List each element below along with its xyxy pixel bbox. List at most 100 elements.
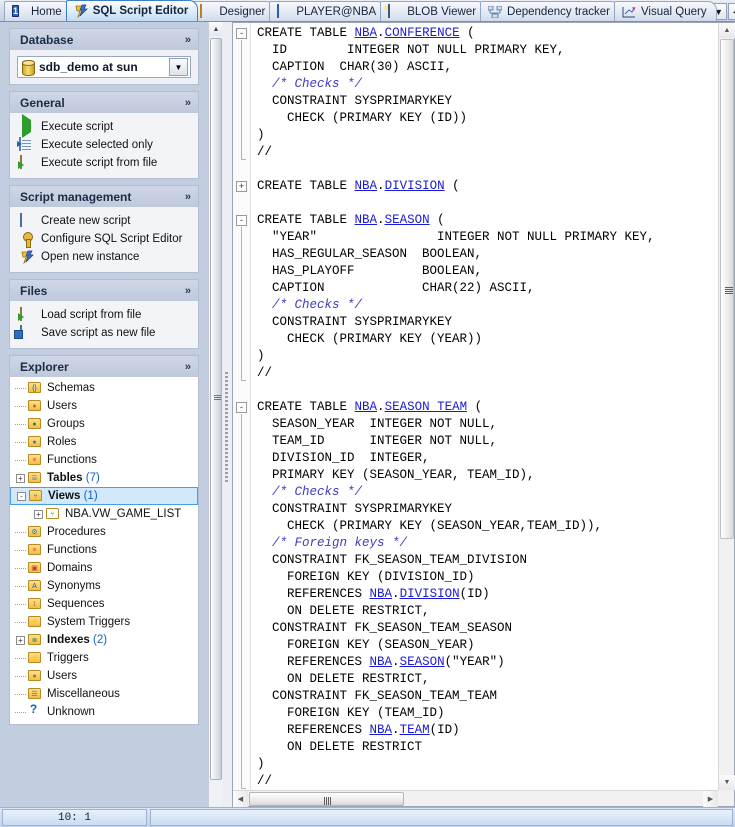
tree-connector xyxy=(14,675,27,677)
chevron-collapse-icon[interactable]: » xyxy=(185,285,191,297)
schema-object-link[interactable]: NBA xyxy=(370,723,393,737)
tree-node-count: (7) xyxy=(82,472,100,484)
tree-node-functions[interactable]: ✶ Functions xyxy=(10,451,198,469)
sequences-folder-icon: 1 xyxy=(27,597,43,611)
group-header-files[interactable]: Files » xyxy=(9,279,199,301)
action-save-script-as-new-file[interactable]: Save script as new file xyxy=(10,324,198,342)
chevron-collapse-icon[interactable]: » xyxy=(185,97,191,109)
code-line: /* Checks */ xyxy=(251,76,718,93)
schema-object-link[interactable]: NBA xyxy=(370,587,393,601)
tab-designer[interactable]: Designer xyxy=(192,1,276,21)
chevron-collapse-icon[interactable]: » xyxy=(185,361,191,373)
group-header-script-management[interactable]: Script management » xyxy=(9,185,199,207)
tab-sql-script-editor[interactable]: SQL Script Editor xyxy=(65,0,199,21)
tree-node-triggers[interactable]: ⚡ Triggers xyxy=(10,649,198,667)
tab-scroll-left-button[interactable]: ◄ xyxy=(727,3,735,20)
collapse-block-icon[interactable]: - xyxy=(236,28,247,39)
sidebar-scrollbar[interactable]: ▲ xyxy=(208,22,222,807)
code-line: CREATE TABLE NBA.CONFERENCE ( xyxy=(251,25,718,42)
schema-object-link[interactable]: DIVISION xyxy=(400,587,460,601)
database-select[interactable]: sdb_demo at sun ▼ xyxy=(17,56,191,78)
tab-player-nba[interactable]: PLAYER@NBA xyxy=(269,1,387,21)
action-execute-script-from-file[interactable]: Execute script from file xyxy=(10,154,198,172)
group-header-database[interactable]: Database » xyxy=(9,28,199,50)
tree-node-functions[interactable]: ✶ Functions xyxy=(10,541,198,559)
tree-node-roles[interactable]: ● Roles xyxy=(10,433,198,451)
action-execute-selected-only[interactable]: Execute selected only xyxy=(10,136,198,154)
tree-node-users[interactable]: ● Users xyxy=(10,667,198,685)
chevron-down-icon[interactable]: ▼ xyxy=(169,58,188,76)
horizontal-scrollbar-thumb[interactable] xyxy=(249,792,404,806)
action-open-new-instance[interactable]: Open new instance xyxy=(10,248,198,266)
sidebar-scrollbar-thumb[interactable] xyxy=(210,38,222,780)
panel-splitter[interactable] xyxy=(222,22,232,807)
chevron-collapse-icon[interactable]: » xyxy=(185,34,191,46)
collapse-node-icon[interactable]: - xyxy=(15,491,28,501)
scroll-up-arrow-icon[interactable]: ▲ xyxy=(209,22,222,36)
action-create-new-script[interactable]: Create new script xyxy=(10,212,198,230)
group-header-explorer[interactable]: Explorer » xyxy=(9,355,199,377)
code-text[interactable]: CREATE TABLE NBA.CONFERENCE ( ID INTEGER… xyxy=(251,23,718,790)
tree-node-system-triggers[interactable]: ⚡ System Triggers xyxy=(10,613,198,631)
tree-connector xyxy=(14,405,27,407)
action-execute-script[interactable]: Execute script xyxy=(10,113,198,138)
code-text-span: CREATE TABLE xyxy=(257,400,355,414)
chevron-collapse-icon[interactable]: » xyxy=(185,191,191,203)
collapse-block-icon[interactable]: - xyxy=(236,215,247,226)
code-text-span: PRIMARY KEY (SEASON_YEAR, TEAM_ID), xyxy=(257,468,535,482)
expand-node-icon[interactable]: + xyxy=(14,473,27,483)
code-text-span: TEAM_ID INTEGER NOT NULL, xyxy=(257,434,498,448)
schema-object-link[interactable]: NBA xyxy=(355,179,378,193)
tree-node-unknown[interactable]: ? Unknown xyxy=(10,703,198,721)
vertical-scrollbar-thumb[interactable] xyxy=(720,39,734,539)
editor-horizontal-scrollbar[interactable]: ◀ ▶ xyxy=(233,790,718,807)
tab-blob-viewer[interactable]: BLOB Viewer xyxy=(380,1,487,21)
tree-node-miscellaneous[interactable]: ☰ Miscellaneous xyxy=(10,685,198,703)
group-header-general[interactable]: General » xyxy=(9,91,199,113)
schema-object-link[interactable]: NBA xyxy=(355,400,378,414)
tree-node-sequences[interactable]: 1 Sequences xyxy=(10,595,198,613)
tree-node-procedures[interactable]: ⚙ Procedures xyxy=(10,523,198,541)
schema-object-link[interactable]: NBA xyxy=(370,655,393,669)
schema-object-link[interactable]: SEASON xyxy=(385,213,430,227)
tree-node-label: Synonyms xyxy=(47,580,101,592)
scroll-right-arrow-icon[interactable]: ▶ xyxy=(703,791,718,807)
tab-dependency-tracker[interactable]: Dependency tracker xyxy=(480,1,620,21)
action-configure-sql-script-editor[interactable]: Configure SQL Script Editor xyxy=(10,230,198,248)
schema-object-link[interactable]: TEAM xyxy=(400,723,430,737)
tree-node-nba-vw-game-list[interactable]: + ⑂ NBA.VW_GAME_LIST xyxy=(10,505,198,523)
action-load-script-from-file[interactable]: Load script from file xyxy=(10,306,198,324)
tree-node-views[interactable]: - ⑂ Views (1) xyxy=(10,487,198,505)
code-line: ON DELETE RESTRICT, xyxy=(251,603,718,620)
tree-node-groups[interactable]: ● Groups xyxy=(10,415,198,433)
scroll-down-arrow-icon[interactable]: ▼ xyxy=(719,775,735,790)
schema-object-link[interactable]: DIVISION xyxy=(385,179,445,193)
editor-vertical-scrollbar[interactable]: ▲ ▼ xyxy=(718,23,735,790)
schema-object-link[interactable]: SEASON_TEAM xyxy=(385,400,468,414)
tree-node-schemas[interactable]: {} Schemas xyxy=(10,379,198,397)
tree-node-tables[interactable]: + ⌸ Tables (7) xyxy=(10,469,198,487)
code-area[interactable]: - + - - CREATE TABLE NBA.CONFERENCE ( ID IN… xyxy=(233,23,718,790)
tree-node-domains[interactable]: ▣ Domains xyxy=(10,559,198,577)
collapse-block-icon[interactable]: - xyxy=(236,402,247,413)
tab-home[interactable]: 1 Home xyxy=(4,1,72,21)
expand-block-icon[interactable]: + xyxy=(236,181,247,192)
tab-label: PLAYER@NBA xyxy=(296,5,377,18)
scroll-left-arrow-icon[interactable]: ◀ xyxy=(233,791,248,807)
tree-node-indexes[interactable]: + ≣ Indexes (2) xyxy=(10,631,198,649)
schema-object-link[interactable]: SEASON xyxy=(400,655,445,669)
code-folding-gutter[interactable]: - + - - xyxy=(233,23,251,790)
code-line: // xyxy=(251,144,718,161)
expand-node-icon[interactable]: + xyxy=(32,509,45,519)
expand-node-icon[interactable]: + xyxy=(14,635,27,645)
tab-visual-query[interactable]: Visual Query xyxy=(613,1,717,21)
tree-node-synonyms[interactable]: A Synonyms xyxy=(10,577,198,595)
schema-object-link[interactable]: NBA xyxy=(355,213,378,227)
code-text-span: SEASON_YEAR INTEGER NOT NULL, xyxy=(257,417,498,431)
code-text-span: ( xyxy=(444,179,460,193)
schema-object-link[interactable]: NBA xyxy=(355,26,378,40)
code-line: CONSTRAINT FK_SEASON_TEAM_SEASON xyxy=(251,620,718,637)
schema-object-link[interactable]: CONFERENCE xyxy=(385,26,460,40)
scroll-up-arrow-icon[interactable]: ▲ xyxy=(719,23,735,38)
tree-node-users[interactable]: ● Users xyxy=(10,397,198,415)
